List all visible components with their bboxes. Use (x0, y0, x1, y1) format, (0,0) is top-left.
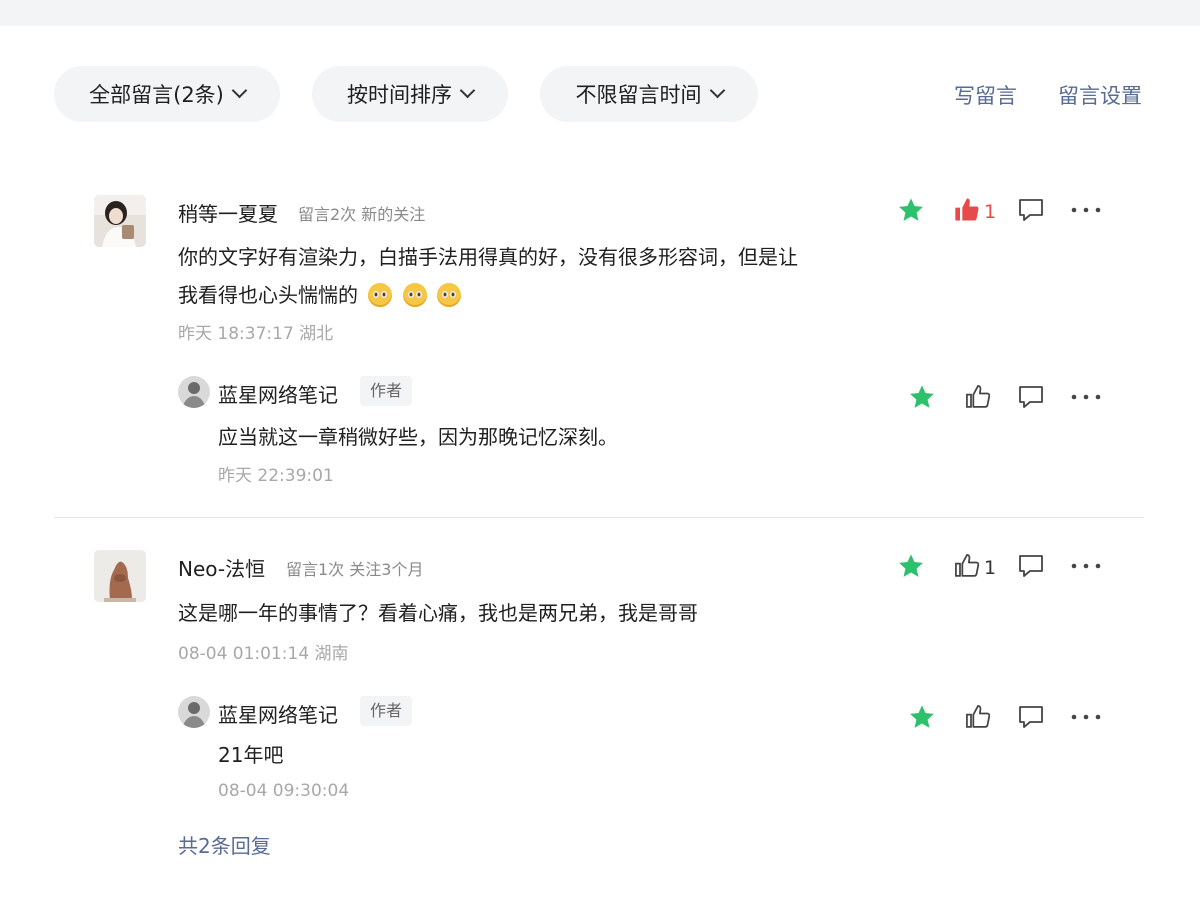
avatar[interactable] (94, 195, 146, 247)
reply-time: 昨天 22:39:01 (218, 466, 334, 486)
commenter-name[interactable]: 稍等一夏夏 (178, 198, 278, 227)
comment-time: 昨天 18:37:17 湖北 (178, 324, 334, 344)
thumbs-up-icon[interactable] (964, 383, 992, 415)
more-icon[interactable] (1070, 200, 1102, 224)
author-badge: 作者 (360, 376, 413, 406)
comment-content: 这是哪一年的事情了？看着心痛，我也是两兄弟，我是哥哥 (178, 601, 698, 625)
chevron-down-icon (231, 82, 248, 99)
comment-content: 你的文字好有渲染力，白描手法用得真的好，没有很多形容词，但是让 我看得也心头惴惴… (178, 238, 878, 314)
write-comment-link[interactable]: 写留言 (954, 80, 1017, 110)
total-replies-link[interactable]: 共2条回复 (178, 830, 271, 859)
comment-text-line-2: 我看得也心头惴惴的 (178, 276, 878, 314)
comment-icon[interactable] (1017, 197, 1045, 227)
author-avatar[interactable] (178, 376, 210, 408)
filter-all-comments[interactable]: 全部留言(2条) (54, 66, 280, 122)
comment-text: 我看得也心头惴惴的 (178, 283, 358, 307)
filter-sort-label: 按时间排序 (347, 83, 452, 107)
more-icon[interactable] (1070, 707, 1102, 731)
filter-sort[interactable]: 按时间排序 (312, 66, 508, 122)
like-count: 1 (984, 557, 997, 579)
filter-all-comments-label: 全部留言(2条) (89, 83, 224, 107)
pleading-face-emoji-icon (368, 283, 393, 307)
author-name[interactable]: 蓝星网络笔记 (218, 699, 338, 728)
pleading-face-emoji-icon (437, 283, 462, 307)
thumbs-up-icon[interactable] (964, 703, 992, 735)
comment-icon[interactable] (1017, 704, 1045, 734)
star-icon[interactable] (897, 196, 925, 228)
top-bar (0, 0, 1200, 26)
thumbs-up-icon[interactable] (953, 196, 981, 228)
star-icon[interactable] (908, 703, 936, 735)
reply-time: 08-04 09:30:04 (218, 781, 350, 801)
star-icon[interactable] (897, 552, 925, 584)
author-badge: 作者 (360, 696, 413, 726)
chevron-down-icon (709, 82, 725, 99)
comment-settings-link[interactable]: 留言设置 (1058, 80, 1142, 110)
author-avatar[interactable] (178, 696, 210, 728)
more-icon[interactable] (1070, 387, 1102, 411)
star-icon[interactable] (908, 383, 936, 415)
pleading-face-emoji-icon (402, 283, 427, 307)
reply-content: 21年吧 (218, 743, 284, 767)
filter-time-range-label: 不限留言时间 (575, 83, 702, 107)
comment-icon[interactable] (1017, 384, 1045, 414)
divider (54, 517, 1144, 518)
commenter-meta: 留言2次 新的关注 (298, 205, 426, 224)
avatar[interactable] (94, 550, 146, 602)
commenter-meta: 留言1次 关注3个月 (286, 560, 424, 579)
filter-time-range[interactable]: 不限留言时间 (540, 66, 758, 122)
author-name[interactable]: 蓝星网络笔记 (218, 379, 338, 408)
chevron-down-icon (459, 82, 476, 99)
reply-content: 应当就这一章稍微好些，因为那晚记忆深刻。 (218, 425, 618, 449)
comments-page: 全部留言(2条) 按时间排序 不限留言时间 写留言 留言设置 稍等一夏夏 留言2… (0, 0, 1200, 903)
comment-time: 08-04 01:01:14 湖南 (178, 644, 349, 664)
like-count: 1 (984, 201, 997, 223)
comment-text-line: 你的文字好有渲染力，白描手法用得真的好，没有很多形容词，但是让 (178, 245, 798, 269)
commenter-name[interactable]: Neo-法恒 (178, 553, 265, 582)
more-icon[interactable] (1070, 556, 1102, 580)
thumbs-up-icon[interactable] (953, 552, 981, 584)
comment-icon[interactable] (1017, 553, 1045, 583)
